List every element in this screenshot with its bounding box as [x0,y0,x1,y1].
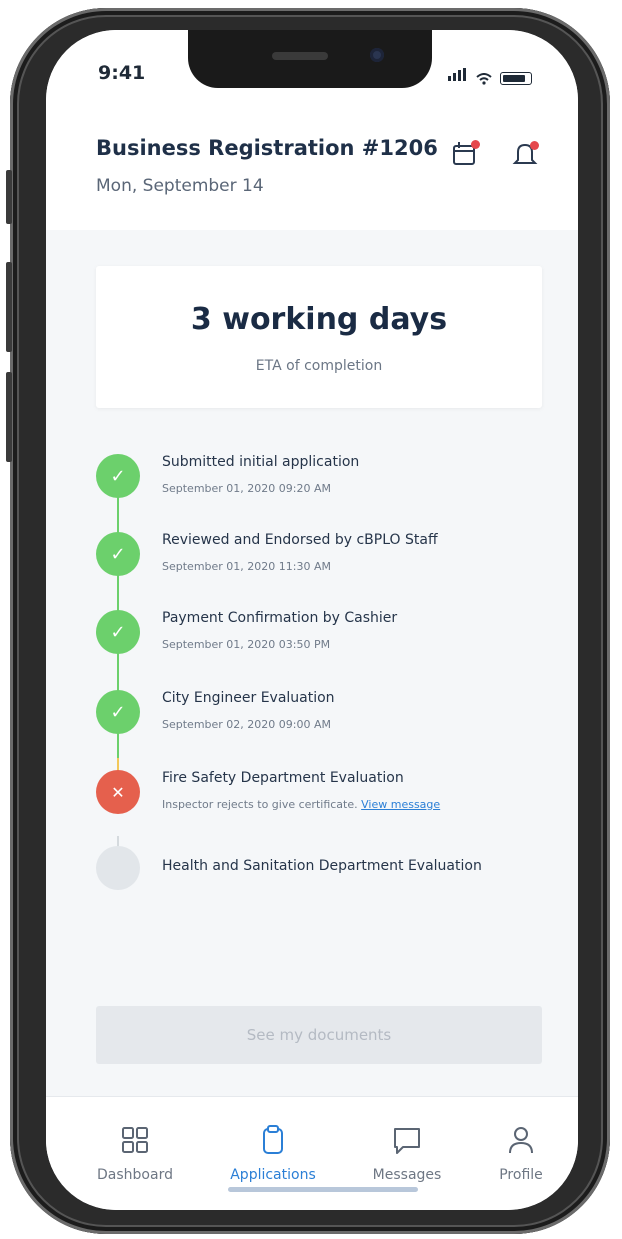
bell-icon[interactable] [510,138,540,168]
step-date: September 01, 2020 09:20 AM [162,482,331,495]
page-title: Business Registration #1206 [96,136,438,160]
eta-card: 3 working days ETA of completion [96,266,542,408]
tab-dashboard[interactable]: Dashboard [80,1123,190,1183]
step-detail-text: Inspector rejects to give certificate. [162,798,358,811]
camera [370,48,384,62]
step-date: September 01, 2020 03:50 PM [162,638,331,651]
user-icon [509,1127,533,1154]
phone-side-button [6,262,12,352]
step-done-icon: ✓ [96,610,140,654]
view-message-link[interactable]: View message [361,798,440,811]
signal-icon [448,66,468,85]
grid-icon [122,1127,148,1153]
step-pending-icon [96,846,140,890]
bottom-tab-bar: Dashboard Applications Messages Profile [46,1096,578,1210]
step-title: Reviewed and Endorsed by cBPLO Staff [162,532,438,548]
eta-value: 3 working days [190,302,448,337]
wifi-icon [476,73,492,85]
step-title: Payment Confirmation by Cashier [162,610,398,626]
status-time: 9:41 [98,62,146,84]
tab-applications[interactable]: Applications [218,1123,328,1183]
step-date: September 01, 2020 11:30 AM [162,560,331,573]
status-icons [448,66,532,85]
step-done-icon: ✓ [96,454,140,498]
step-rejected-icon: ✕ [96,770,140,814]
tab-messages[interactable]: Messages [352,1123,462,1183]
clipboard-icon [263,1125,283,1154]
chat-icon [394,1128,420,1154]
speaker [272,52,328,60]
step-done-icon: ✓ [96,532,140,576]
header: Business Registration #1206 Mon, Septemb… [46,100,578,230]
tab-profile[interactable]: Profile [466,1123,576,1183]
tab-label: Applications [230,1167,316,1183]
phone-screen: 9:41 Business Registration #1206 Mon, Se… [46,30,578,1210]
tab-label: Messages [372,1167,442,1183]
tab-label: Dashboard [97,1167,173,1183]
notification-dot [471,140,480,149]
phone-side-button [6,372,12,462]
page-date: Mon, September 14 [96,176,264,196]
notification-dot [530,141,539,150]
step-detail: Inspector rejects to give certificate. V… [162,798,440,811]
step-date: September 02, 2020 09:00 AM [162,718,331,731]
home-indicator [228,1187,418,1192]
step-title: Fire Safety Department Evaluation [162,770,404,786]
tab-label: Profile [499,1167,543,1183]
calendar-icon[interactable] [450,138,480,168]
battery-icon [500,72,532,85]
step-title: City Engineer Evaluation [162,690,335,706]
notch [188,30,432,88]
phone-side-button [6,170,12,224]
step-title: Submitted initial application [162,454,360,470]
eta-caption: ETA of completion [255,358,383,374]
step-done-icon: ✓ [96,690,140,734]
step-title: Health and Sanitation Department Evaluat… [162,858,482,874]
see-documents-button[interactable]: See my documents [96,1006,542,1064]
